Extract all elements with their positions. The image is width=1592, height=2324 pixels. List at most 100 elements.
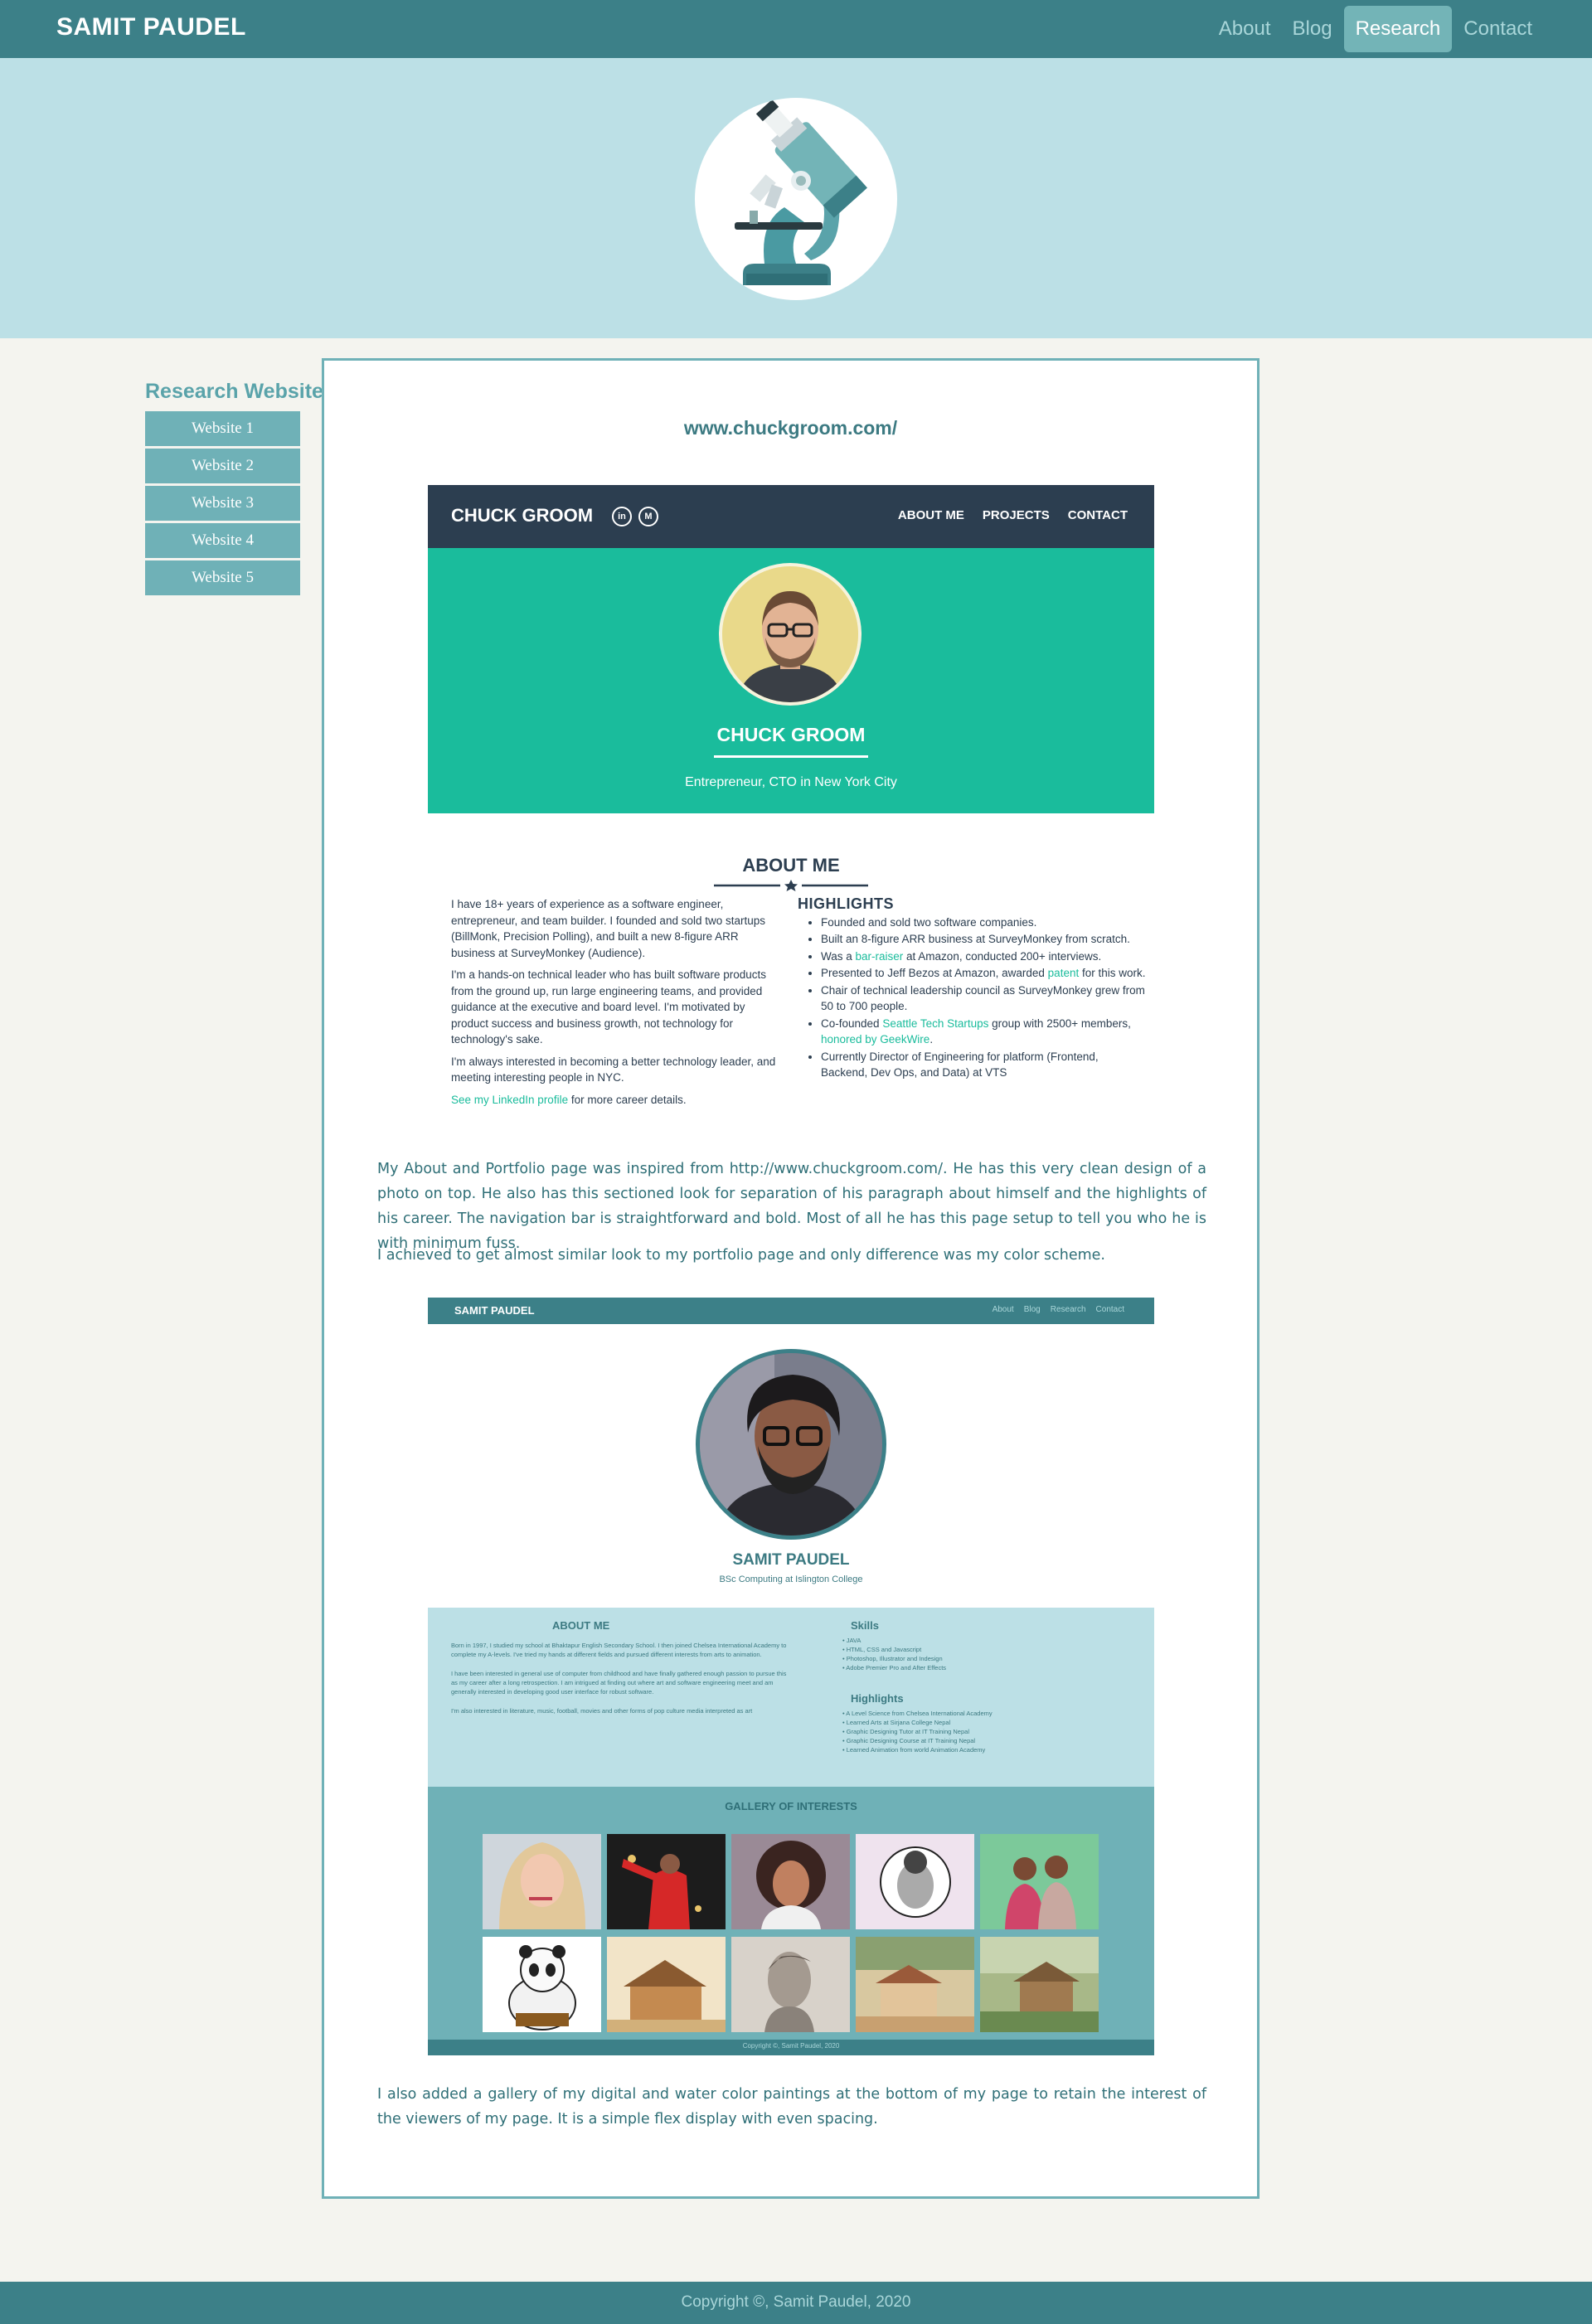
description-paragraph-3: I also added a gallery of my digital and… xyxy=(377,2086,1206,2128)
sidebar-item-website-1[interactable]: Website 1 xyxy=(145,411,300,446)
list-item: Chair of technical leadership council as… xyxy=(821,982,1146,1015)
chuck-highlights: HIGHLIGHTS Founded and sold two software… xyxy=(798,895,1146,1082)
nav-research[interactable]: Research xyxy=(1343,6,1453,52)
list-item: A Level Science from Chelsea Internation… xyxy=(842,1709,992,1718)
chuck-avatar xyxy=(719,563,862,706)
microscope-icon xyxy=(735,99,867,285)
portfolio-name: SAMIT PAUDEL xyxy=(732,1551,850,1569)
chuck-navbar: CHUCK GROOM in M ABOUT ME PROJECTS CONTA… xyxy=(428,485,1154,548)
geekwire-link: honored by GeekWire xyxy=(821,1033,930,1046)
list-item: Photoshop, Illustrator and Indesign xyxy=(842,1654,946,1663)
couple-painting xyxy=(980,1834,1099,1929)
sidebar-item-website-5[interactable]: Website 5 xyxy=(145,560,300,595)
portfolio-footer: Copyright ©, Samit Paudel, 2020 xyxy=(428,2040,1154,2055)
kung-fu-panda-painting xyxy=(483,1937,601,2032)
divider xyxy=(714,755,868,758)
sidebar-item-website-2[interactable]: Website 2 xyxy=(145,449,300,483)
village-house-watercolor xyxy=(607,1937,726,2032)
list-item: Graphic Designing Tutor at IT Training N… xyxy=(842,1727,993,1736)
portfolio-screenshot: SAMIT PAUDEL About Blog Research Contact… xyxy=(428,1298,1154,2055)
chuck-linkedin-line: See my LinkedIn profile for more career … xyxy=(451,1093,687,1106)
chuck-hero-subtitle: Entrepreneur, CTO in New York City xyxy=(685,775,897,789)
portfolio-nav-research: Research xyxy=(1050,1305,1086,1314)
hut-watercolor xyxy=(980,1937,1099,2032)
medium-icon: M xyxy=(638,507,658,526)
nav-contact[interactable]: Contact xyxy=(1463,17,1532,41)
brand-logo[interactable]: SAMIT PAUDEL xyxy=(56,13,246,41)
sidebar-item-website-4[interactable]: Website 4 xyxy=(145,523,300,558)
star-divider-icon xyxy=(714,880,868,891)
chuck-brand: CHUCK GROOM xyxy=(451,505,594,526)
footer-copyright: Copyright ©, Samit Paudel, 2020 xyxy=(681,2293,911,2311)
chuck-nav-about: ABOUT ME xyxy=(897,508,964,522)
list-item: Learned Arts at Sirjana College Nepal xyxy=(842,1718,993,1727)
list-item: Graphic Designing Course at IT Training … xyxy=(842,1736,993,1745)
page-footer: Copyright ©, Samit Paudel, 2020 xyxy=(0,2282,1592,2324)
chuck-highlights-title: HIGHLIGHTS xyxy=(798,895,894,912)
site-url-heading[interactable]: www.chuckgroom.com/ xyxy=(324,417,1257,439)
portfolio-highlights-list: A Level Science from Chelsea Internation… xyxy=(842,1709,993,1754)
chuck-nav-links: ABOUT ME PROJECTS CONTACT xyxy=(898,508,1128,522)
list-item: Was a bar-raiser at Amazon, conducted 20… xyxy=(821,949,1146,965)
description-paragraph-2: I achieved to get almost similar look to… xyxy=(377,1247,1105,1264)
portfolio-highlights-title: Highlights xyxy=(851,1692,904,1705)
chuck-paragraph: I'm always interested in becoming a bett… xyxy=(451,1055,776,1084)
sidebar-item-website-3[interactable]: Website 3 xyxy=(145,486,300,521)
portfolio-about-section: ABOUT ME Born in 1997, I studied my scho… xyxy=(428,1608,1154,1787)
nav-blog[interactable]: Blog xyxy=(1293,17,1332,41)
main-card: www.chuckgroom.com/ CHUCK GROOM in M ABO… xyxy=(322,358,1260,2199)
portfolio-footer-text: Copyright ©, Samit Paudel, 2020 xyxy=(742,2042,840,2050)
portfolio-subtitle: BSc Computing at Islington College xyxy=(719,1574,863,1584)
list-item: Presented to Jeff Bezos at Amazon, award… xyxy=(821,965,1146,982)
nav-about[interactable]: About xyxy=(1219,17,1271,41)
chuck-hero: CHUCK GROOM Entrepreneur, CTO in New Yor… xyxy=(428,548,1154,813)
portfolio-gallery: GALLERY OF INTERESTS xyxy=(428,1787,1154,2040)
portfolio-nav-about: About xyxy=(992,1305,1014,1314)
list-item: Built an 8-figure ARR business at Survey… xyxy=(821,931,1146,948)
sidebar-list: Website 1 Website 2 Website 3 Website 4 … xyxy=(145,411,300,598)
portfolio-skills-list: JAVA HTML, CSS and Javascript Photoshop,… xyxy=(842,1636,946,1672)
portfolio-paragraph: I'm also interested in literature, music… xyxy=(451,1707,753,1715)
list-item: Currently Director of Engineering for pl… xyxy=(821,1049,1146,1081)
portfolio-about-title: ABOUT ME xyxy=(552,1619,610,1632)
top-navbar: SAMIT PAUDEL About Blog Research Contact xyxy=(0,0,1592,58)
chuck-paragraph: I'm a hands-on technical leader who has … xyxy=(451,968,767,1046)
sketch-portrait-man xyxy=(731,1937,850,2032)
list-item: Co-founded Seattle Tech Startups group w… xyxy=(821,1016,1146,1048)
buddha-sketch xyxy=(856,1834,974,1929)
chuck-about-title: ABOUT ME xyxy=(742,855,840,876)
portfolio-brand: SAMIT PAUDEL xyxy=(454,1304,535,1317)
list-item: JAVA xyxy=(842,1636,946,1645)
portfolio-paragraph: I have been interested in general use of… xyxy=(451,1670,787,1696)
portfolio-nav-blog: Blog xyxy=(1023,1305,1041,1314)
list-item: HTML, CSS and Javascript xyxy=(842,1645,946,1654)
chuck-hero-name: CHUCK GROOM xyxy=(716,724,866,745)
football-player-painting xyxy=(607,1834,726,1929)
curly-hair-woman-painting xyxy=(731,1834,850,1929)
list-item: Founded and sold two software companies. xyxy=(821,915,1146,931)
village-watercolor xyxy=(856,1937,974,2032)
list-item: Learned Animation from world Animation A… xyxy=(842,1745,993,1754)
chuck-about-text: I have 18+ years of experience as a soft… xyxy=(451,896,783,1113)
description-paragraph-1: My About and Portfolio page was inspired… xyxy=(377,1161,1206,1252)
chuck-nav-contact: CONTACT xyxy=(1067,508,1128,522)
portfolio-navbar: SAMIT PAUDEL About Blog Research Contact xyxy=(428,1298,1154,1324)
chuck-paragraph: I have 18+ years of experience as a soft… xyxy=(451,898,766,959)
list-item: Adobe Premier Pro and After Effects xyxy=(842,1663,946,1672)
chuck-nav-projects: PROJECTS xyxy=(982,508,1050,522)
hero-icon-circle xyxy=(695,98,897,300)
portrait-woman-painting xyxy=(483,1834,601,1929)
portfolio-nav-links: About Blog Research Contact xyxy=(993,1305,1124,1314)
linkedin-profile-link: See my LinkedIn profile xyxy=(451,1093,569,1106)
gallery-title: GALLERY OF INTERESTS xyxy=(725,1800,857,1812)
gallery-grid xyxy=(483,1834,1099,2032)
hero-banner xyxy=(0,58,1592,338)
chuckgroom-screenshot: CHUCK GROOM in M ABOUT ME PROJECTS CONTA… xyxy=(428,485,1154,1140)
nav-links: About Blog Research Contact xyxy=(1197,0,1532,58)
portfolio-skills-title: Skills xyxy=(851,1619,879,1632)
bar-raiser-link: bar-raiser xyxy=(855,949,904,963)
chuck-highlights-list: Founded and sold two software companies.… xyxy=(798,915,1146,1081)
portfolio-about-text: Born in 1997, I studied my school at Bha… xyxy=(451,1641,791,1725)
patent-link: patent xyxy=(1047,967,1080,979)
portfolio-paragraph: Born in 1997, I studied my school at Bha… xyxy=(451,1642,787,1658)
